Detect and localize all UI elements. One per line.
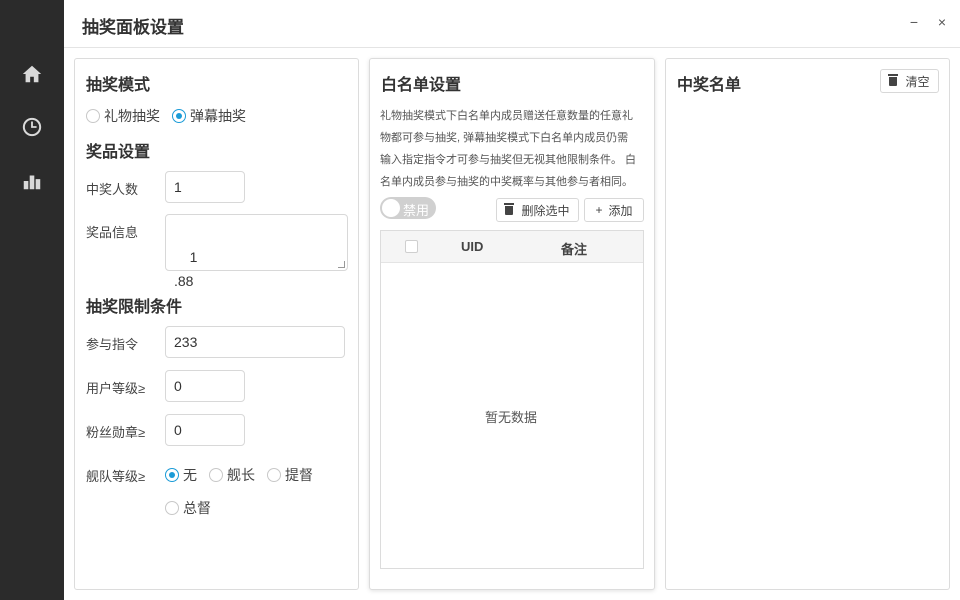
mode-option-gift[interactable]: 礼物抽奖 — [86, 106, 160, 126]
whitelist-title: 白名单设置 — [381, 77, 462, 94]
minimize-button[interactable]: − — [906, 14, 922, 30]
radio-icon — [209, 468, 223, 482]
column-header-uid[interactable]: UID — [461, 239, 483, 254]
radio-icon — [165, 501, 179, 515]
user-level-label: 用户等级≥ — [86, 381, 146, 396]
close-button[interactable]: × — [934, 14, 950, 30]
select-all-checkbox[interactable] — [405, 240, 418, 253]
whitelist-toggle[interactable]: 禁用 — [380, 197, 436, 219]
resize-handle-icon[interactable] — [338, 261, 345, 268]
bar-chart-icon[interactable] — [20, 169, 44, 193]
column-header-note[interactable]: 备注 — [561, 239, 587, 258]
winners-list-title: 中奖名单 — [677, 77, 742, 94]
user-level-input[interactable]: 0 — [165, 370, 245, 402]
trash-icon — [888, 73, 899, 86]
command-label: 参与指令 — [86, 337, 139, 352]
clock-icon[interactable] — [20, 115, 44, 139]
winners-input[interactable]: 1 — [165, 171, 245, 203]
fleet-option-captain[interactable]: 舰长 — [209, 465, 255, 485]
prize-info-label: 奖品信息 — [86, 225, 139, 240]
delete-selected-button[interactable]: 删除选中 — [496, 198, 579, 222]
winners-panel: 中奖名单 清空 — [665, 58, 950, 590]
fleet-option-governor[interactable]: 总督 — [165, 498, 211, 518]
whitelist-table: UID 备注 暂无数据 — [380, 230, 644, 569]
plus-icon: + — [595, 203, 603, 217]
radio-icon — [86, 109, 100, 123]
whitelist-description-line-2: 物都可参与抽奖, 弹幕抽奖模式下白名单内成员仍需 — [380, 132, 629, 144]
table-header: UID 备注 — [381, 231, 643, 263]
mode-title: 抽奖模式 — [86, 77, 151, 94]
whitelist-description-line-4: 名单内成员参与抽奖的中奖概率与其他参与者相同。 — [380, 176, 633, 188]
window-title: 抽奖面板设置 — [82, 18, 184, 37]
toggle-knob — [382, 199, 400, 217]
radio-checked-icon — [165, 468, 179, 482]
fleet-option-none[interactable]: 无 — [165, 465, 197, 485]
add-button[interactable]: + 添加 — [584, 198, 644, 222]
mode-option-danmaku[interactable]: 弹幕抽奖 — [172, 106, 246, 126]
fleet-label: 舰队等级≥ — [86, 469, 146, 484]
settings-panel: 抽奖模式 礼物抽奖 弹幕抽奖 奖品设置 中奖人数 1 奖品信息 1 .88 抽奖… — [74, 58, 359, 590]
winners-label: 中奖人数 — [86, 182, 139, 197]
title-bar: 抽奖面板设置 − × — [64, 0, 960, 48]
prize-title: 奖品设置 — [86, 144, 151, 161]
radio-icon — [267, 468, 281, 482]
limit-title: 抽奖限制条件 — [86, 299, 183, 316]
fan-medal-input[interactable]: 0 — [165, 414, 245, 446]
empty-text: 暂无数据 — [485, 410, 538, 425]
radio-checked-icon — [172, 109, 186, 123]
command-input[interactable]: 233 — [165, 326, 345, 358]
whitelist-panel: 白名单设置 礼物抽奖模式下白名单内成员赠送任意数量的任意礼 物都可参与抽奖, 弹… — [369, 58, 655, 590]
clear-button[interactable]: 清空 — [880, 69, 939, 93]
whitelist-description-line-3: 输入指定指令才可参与抽奖但无视其他限制条件。 白 — [380, 154, 637, 166]
toggle-label: 禁用 — [403, 203, 430, 218]
trash-icon — [504, 202, 515, 215]
sidebar — [0, 0, 64, 600]
fleet-option-admiral[interactable]: 提督 — [267, 465, 313, 485]
prize-info-textarea[interactable]: 1 .88 — [165, 214, 348, 289]
whitelist-description-line-1: 礼物抽奖模式下白名单内成员赠送任意数量的任意礼 — [380, 110, 633, 122]
home-icon[interactable] — [20, 62, 44, 86]
fan-medal-label: 粉丝勋章≥ — [86, 425, 146, 440]
